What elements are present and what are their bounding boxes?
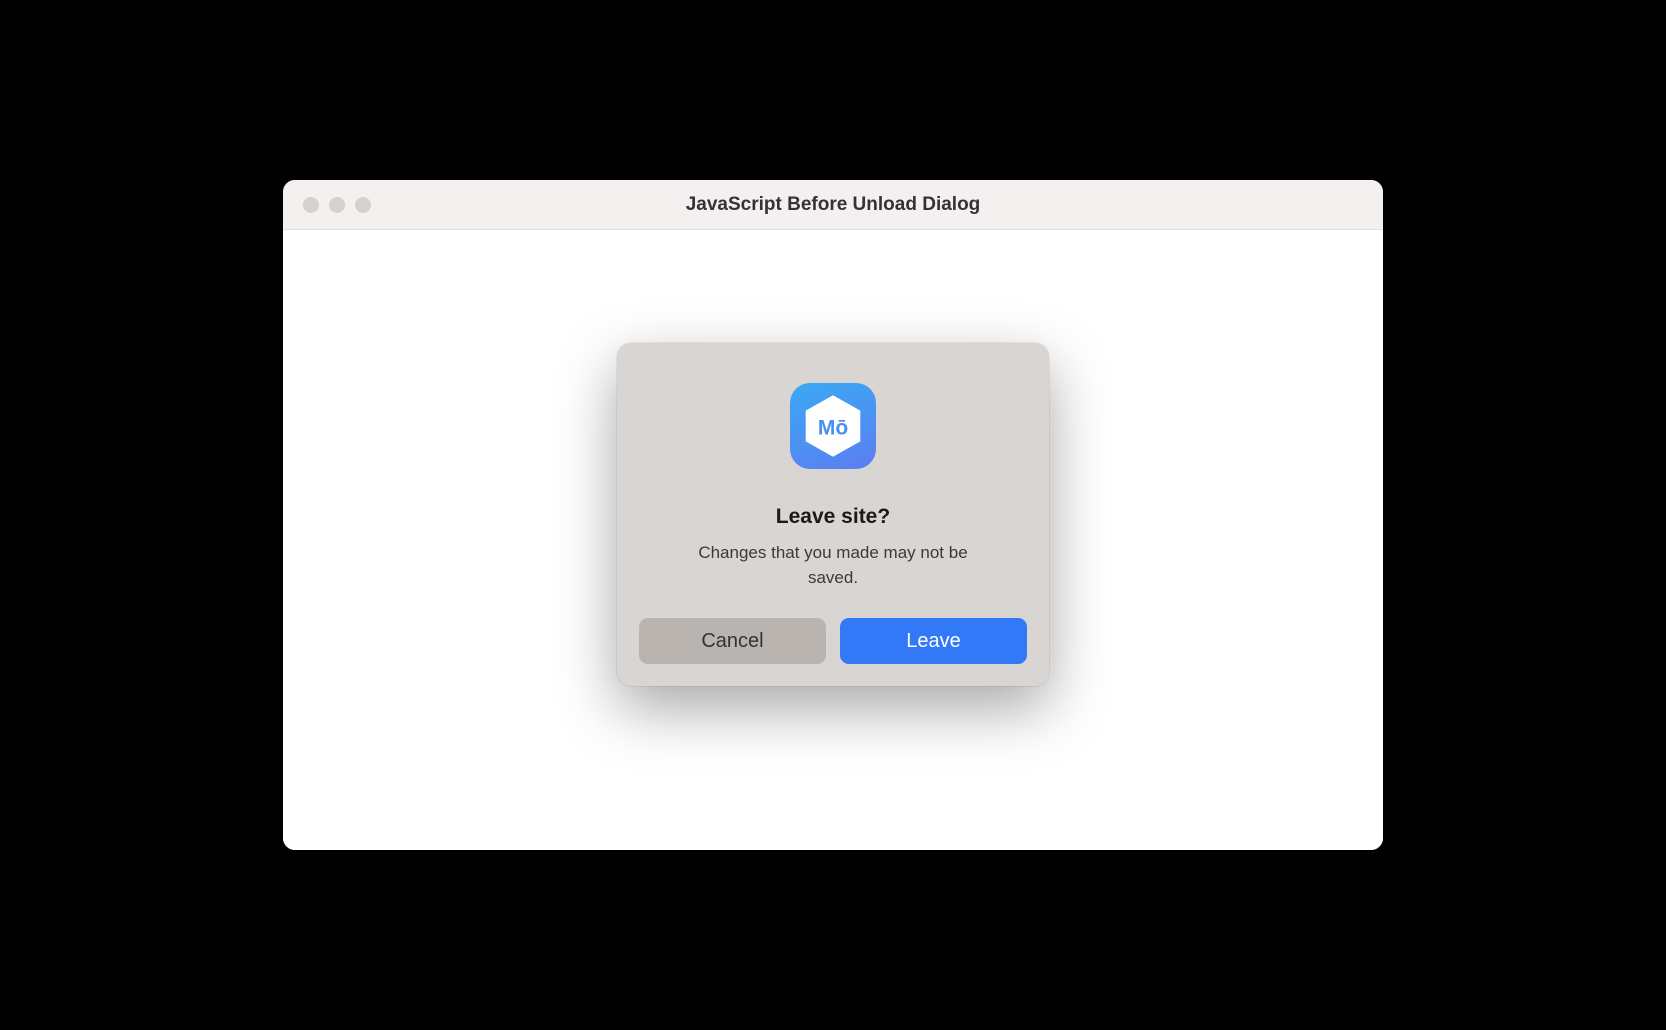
window-body: Mō Leave site? Changes that you made may… — [283, 230, 1383, 850]
minimize-window-button[interactable] — [329, 197, 345, 213]
dialog-buttons: Cancel Leave — [639, 618, 1027, 664]
traffic-lights — [283, 197, 371, 213]
app-window: JavaScript Before Unload Dialog Mō Leave… — [283, 180, 1383, 850]
leave-button[interactable]: Leave — [840, 618, 1027, 664]
close-window-button[interactable] — [303, 197, 319, 213]
zoom-window-button[interactable] — [355, 197, 371, 213]
window-title: JavaScript Before Unload Dialog — [283, 194, 1383, 216]
titlebar: JavaScript Before Unload Dialog — [283, 180, 1383, 230]
app-icon: Mō — [790, 383, 876, 469]
app-icon-text: Mō — [818, 416, 848, 439]
dialog-heading: Leave site? — [776, 505, 890, 529]
cancel-button[interactable]: Cancel — [639, 618, 826, 664]
beforeunload-dialog: Mō Leave site? Changes that you made may… — [617, 343, 1049, 686]
hexagon-mo-icon: Mō — [798, 391, 868, 461]
dialog-message: Changes that you made may not be saved. — [688, 541, 978, 590]
